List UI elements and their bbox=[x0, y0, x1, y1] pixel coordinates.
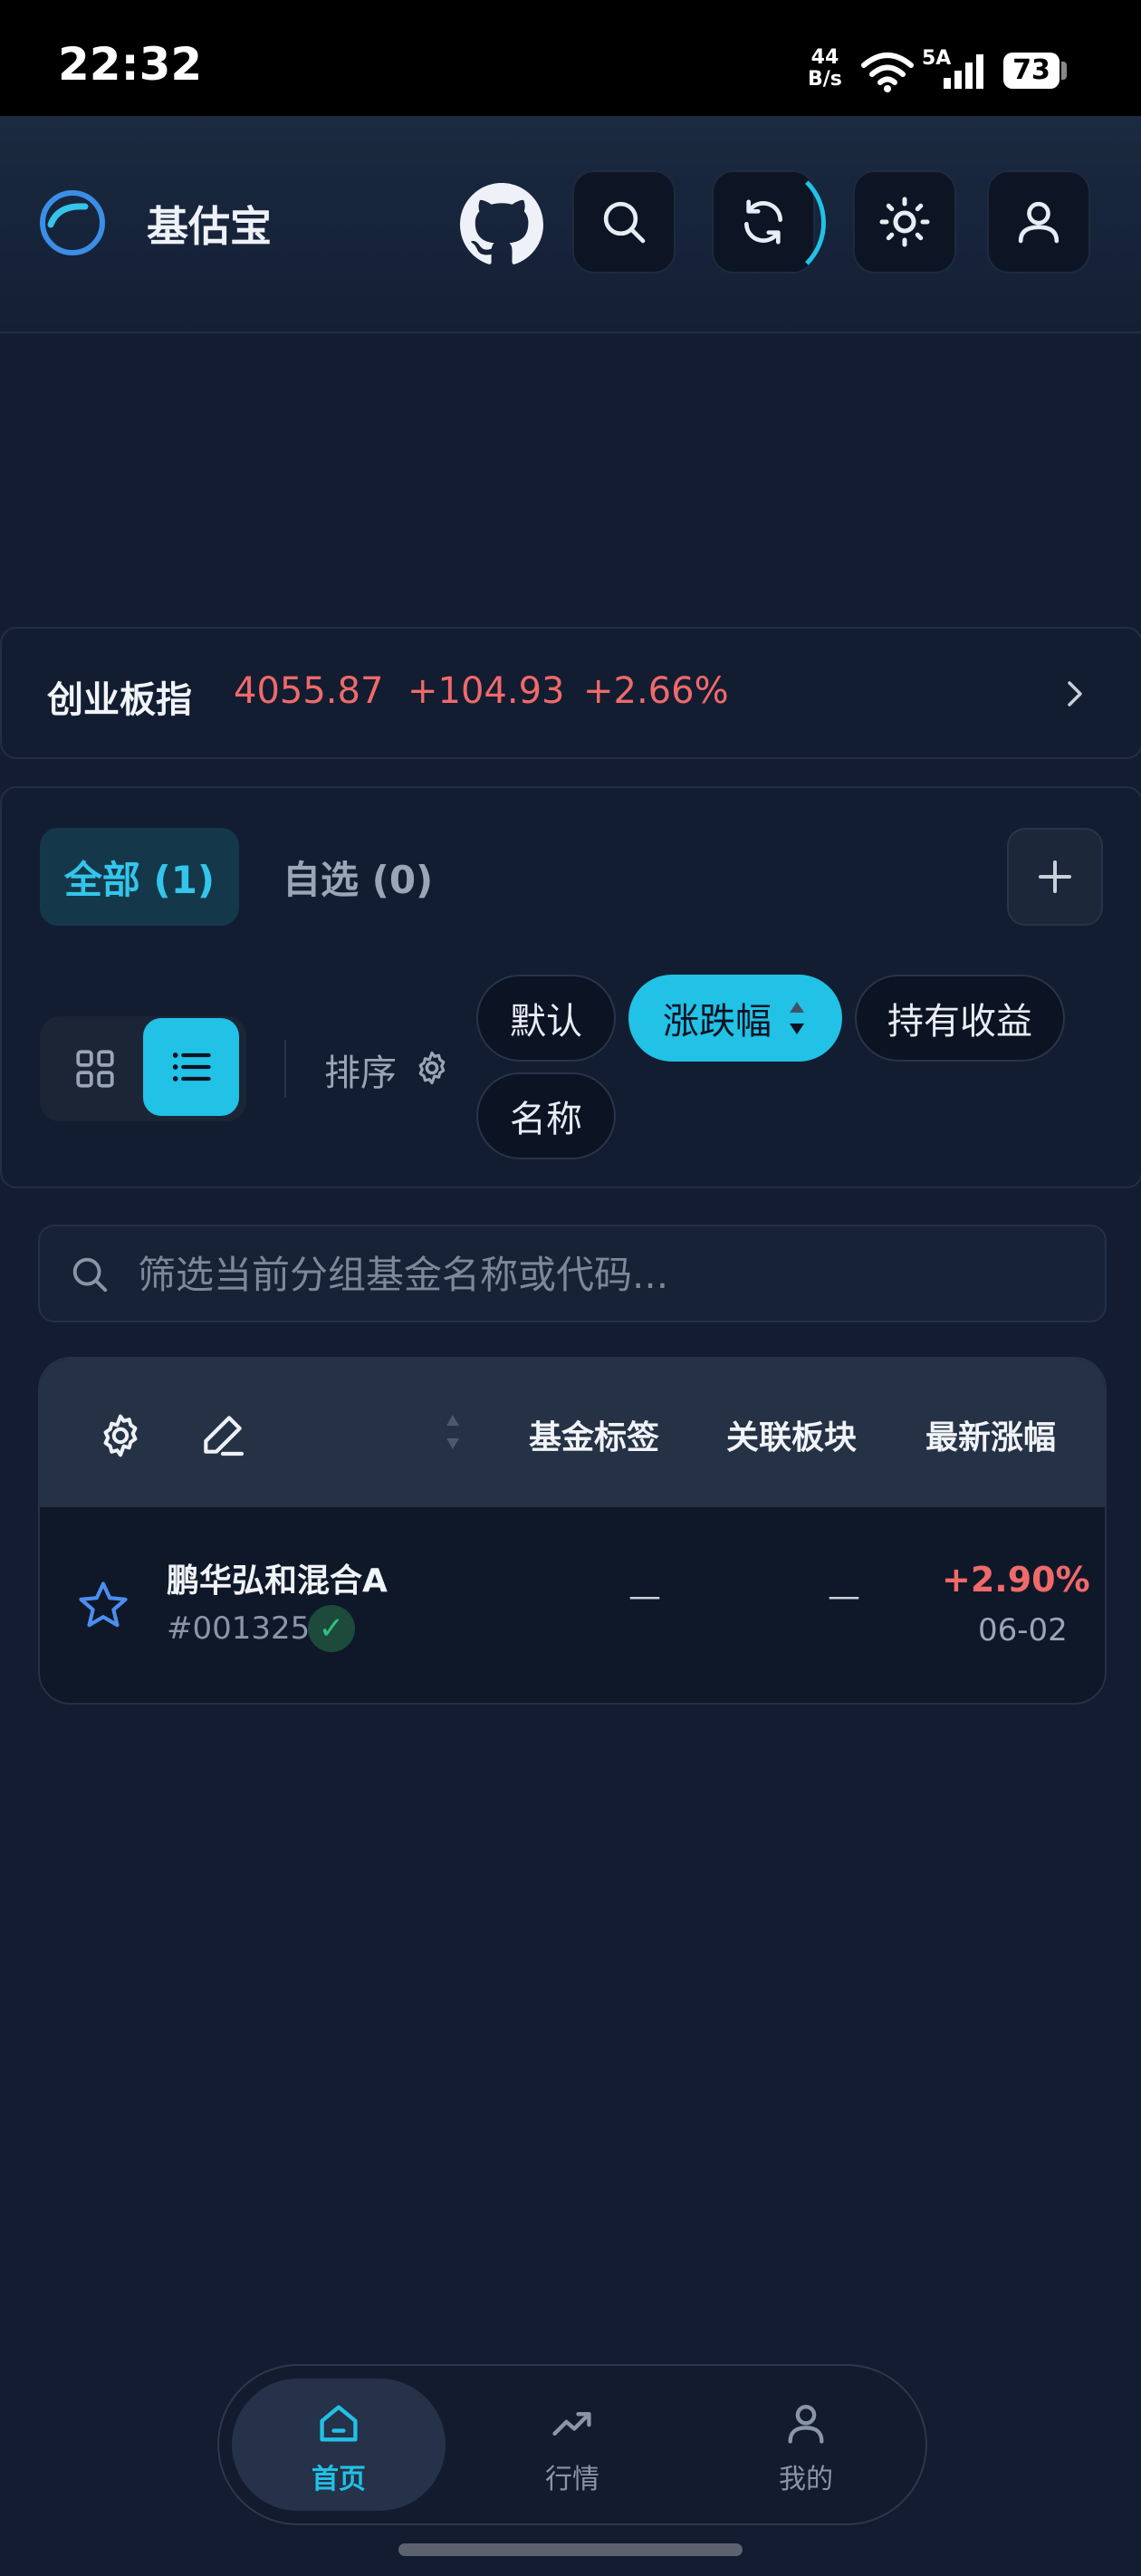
fund-code: #001325 bbox=[167, 1610, 311, 1647]
index-name: 创业板指 bbox=[47, 679, 192, 721]
status-time: 22:32 bbox=[58, 38, 203, 91]
grid-view-button[interactable] bbox=[53, 1022, 138, 1116]
sort-option-change-label: 涨跌幅 bbox=[663, 1001, 772, 1043]
index-value: 4055.87 bbox=[234, 670, 384, 712]
sort-option-change[interactable]: 涨跌幅 bbox=[628, 975, 842, 1062]
network-speed-unit: B/s bbox=[808, 68, 842, 91]
fund-filter-input[interactable] bbox=[136, 1243, 1081, 1306]
tab-all[interactable]: 全部 (1) bbox=[40, 828, 239, 926]
fund-tag-cell: — bbox=[628, 1578, 661, 1615]
star-icon[interactable] bbox=[74, 1578, 132, 1634]
verified-badge: ✓ bbox=[308, 1605, 355, 1652]
grid-icon bbox=[76, 1050, 114, 1088]
sort-settings-icon[interactable] bbox=[413, 1049, 451, 1087]
list-view-button[interactable] bbox=[143, 1018, 239, 1116]
sort-label: 排序 bbox=[324, 1053, 397, 1094]
user-icon bbox=[1018, 201, 1060, 244]
nav-item-market[interactable]: 行情 bbox=[465, 2400, 679, 2496]
sort-direction-icon bbox=[790, 1002, 804, 1034]
nav-item-mine[interactable]: 我的 bbox=[699, 2400, 913, 2496]
github-button[interactable] bbox=[455, 178, 549, 272]
network-speed-value: 44 bbox=[810, 46, 839, 69]
signal-icon bbox=[944, 54, 983, 89]
column-header-latest-change[interactable]: 最新涨幅 bbox=[925, 1411, 1056, 1458]
trend-up-icon bbox=[552, 2412, 591, 2436]
theme-toggle-button[interactable] bbox=[853, 170, 956, 274]
network-speed: 44 B/s bbox=[808, 47, 842, 91]
add-group-button[interactable] bbox=[1007, 828, 1103, 926]
nav-label-home: 首页 bbox=[312, 2464, 366, 2495]
index-change-percent: +2.66% bbox=[583, 670, 729, 712]
column-header-related-sector[interactable]: 关联板块 bbox=[726, 1411, 857, 1458]
github-icon bbox=[460, 183, 543, 264]
system-home-indicator[interactable] bbox=[398, 2543, 743, 2556]
theme-sun-icon bbox=[879, 197, 930, 247]
battery-indicator: 73 bbox=[1003, 53, 1060, 89]
table-settings-icon[interactable] bbox=[96, 1411, 145, 1460]
edit-pencil-icon[interactable] bbox=[197, 1409, 248, 1460]
latest-change-date: 06-02 bbox=[978, 1612, 1068, 1648]
column-header-fund-tag[interactable]: 基金标签 bbox=[529, 1411, 659, 1458]
nav-label-mine: 我的 bbox=[779, 2464, 833, 2495]
search-button[interactable] bbox=[572, 170, 676, 274]
wifi-icon bbox=[861, 53, 914, 92]
user-button[interactable] bbox=[987, 170, 1090, 274]
plus-icon bbox=[1039, 860, 1071, 893]
nav-label-market: 行情 bbox=[545, 2464, 599, 2495]
chevron-right-icon[interactable] bbox=[1061, 678, 1088, 710]
fund-name[interactable]: 鹏华弘和混合A bbox=[167, 1554, 388, 1601]
list-icon bbox=[172, 1053, 211, 1081]
nav-item-home[interactable]: 首页 bbox=[232, 2400, 446, 2496]
app-logo-icon bbox=[40, 190, 105, 255]
search-icon bbox=[603, 201, 646, 244]
related-sector-cell: — bbox=[828, 1578, 860, 1615]
sort-option-default[interactable]: 默认 bbox=[476, 975, 616, 1062]
user-icon bbox=[788, 2404, 824, 2444]
latest-change-value: +2.90% bbox=[942, 1560, 1090, 1600]
index-change: +104.93 bbox=[408, 670, 565, 712]
battery-tip bbox=[1061, 62, 1067, 80]
divider bbox=[284, 1040, 286, 1098]
app-title: 基估宝 bbox=[147, 202, 272, 251]
sort-option-name[interactable]: 名称 bbox=[476, 1072, 616, 1159]
refresh-progress-ring bbox=[706, 163, 826, 283]
sort-option-holding-profit[interactable]: 持有收益 bbox=[855, 975, 1065, 1062]
column-sort-icon[interactable] bbox=[442, 1409, 464, 1455]
search-icon bbox=[72, 1257, 108, 1293]
tab-favorites[interactable]: 自选 (0) bbox=[283, 828, 433, 926]
home-icon bbox=[320, 2405, 358, 2442]
